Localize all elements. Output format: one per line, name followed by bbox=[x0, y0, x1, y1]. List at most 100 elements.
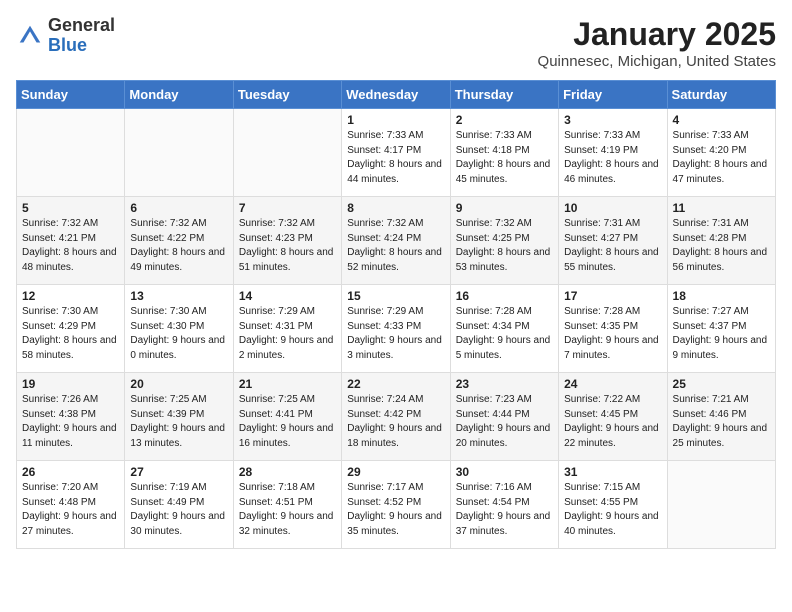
calendar-day-cell: 16 Sunrise: 7:28 AM Sunset: 4:34 PM Dayli… bbox=[450, 285, 558, 373]
calendar-day-cell: 6Sunrise: 7:32 AM Sunset: 4:22 PM Daylig… bbox=[125, 197, 233, 285]
day-info: Sunrise: 7:17 AM Sunset: 4:52 PM Dayligh… bbox=[347, 481, 444, 539]
day-info: Sunrise: 7:29 AM Sunset: 4:33 PM Dayligh… bbox=[347, 305, 444, 363]
calendar-day-cell bbox=[667, 461, 775, 549]
calendar-week-row: 26 Sunrise: 7:20 AM Sunset: 4:48 PM Dayli… bbox=[17, 461, 776, 549]
day-of-week-header: Sunday bbox=[17, 81, 125, 109]
day-number: 27 bbox=[130, 465, 227, 479]
calendar-day-cell: 30 Sunrise: 7:16 AM Sunset: 4:54 PM Dayli… bbox=[450, 461, 558, 549]
calendar-day-cell: 27 Sunrise: 7:19 AM Sunset: 4:49 PM Dayli… bbox=[125, 461, 233, 549]
day-info: Sunrise: 7:16 AM Sunset: 4:54 PM Dayligh… bbox=[456, 481, 553, 539]
day-number: 22 bbox=[347, 377, 444, 391]
day-info: Sunrise: 7:28 AM Sunset: 4:35 PM Dayligh… bbox=[564, 305, 661, 363]
calendar-day-cell bbox=[17, 109, 125, 197]
day-number: 1 bbox=[347, 113, 444, 127]
calendar-day-cell: 5Sunrise: 7:32 AM Sunset: 4:21 PM Daylig… bbox=[17, 197, 125, 285]
day-number: 29 bbox=[347, 465, 444, 479]
calendar-day-cell: 12Sunrise: 7:30 AM Sunset: 4:29 PM Dayli… bbox=[17, 285, 125, 373]
day-info: Sunrise: 7:21 AM Sunset: 4:46 PM Dayligh… bbox=[673, 393, 770, 451]
logo-blue-text: Blue bbox=[48, 35, 87, 55]
calendar-day-cell: 28 Sunrise: 7:18 AM Sunset: 4:51 PM Dayli… bbox=[233, 461, 341, 549]
day-info: Sunrise: 7:18 AM Sunset: 4:51 PM Dayligh… bbox=[239, 481, 336, 539]
calendar-day-cell: 26 Sunrise: 7:20 AM Sunset: 4:48 PM Dayli… bbox=[17, 461, 125, 549]
day-number: 10 bbox=[564, 201, 661, 215]
day-of-week-header: Monday bbox=[125, 81, 233, 109]
day-info: Sunrise: 7:20 AM Sunset: 4:48 PM Dayligh… bbox=[22, 481, 119, 539]
day-info: Sunrise: 7:15 AM Sunset: 4:55 PM Dayligh… bbox=[564, 481, 661, 539]
calendar-day-cell: 9 Sunrise: 7:32 AM Sunset: 4:25 PM Daylig… bbox=[450, 197, 558, 285]
day-info: Sunrise: 7:32 AM Sunset: 4:25 PM Dayligh… bbox=[456, 217, 553, 275]
calendar-week-row: 1 Sunrise: 7:33 AM Sunset: 4:17 PM Daylig… bbox=[17, 109, 776, 197]
calendar-day-cell bbox=[233, 109, 341, 197]
day-info: Sunrise: 7:33 AM Sunset: 4:18 PM Dayligh… bbox=[456, 129, 553, 187]
day-of-week-header: Saturday bbox=[667, 81, 775, 109]
calendar-day-cell: 24 Sunrise: 7:22 AM Sunset: 4:45 PM Dayli… bbox=[559, 373, 667, 461]
day-of-week-header: Tuesday bbox=[233, 81, 341, 109]
day-number: 25 bbox=[673, 377, 770, 391]
day-info: Sunrise: 7:25 AM Sunset: 4:39 PM Dayligh… bbox=[130, 393, 227, 451]
day-info: Sunrise: 7:30 AM Sunset: 4:30 PM Dayligh… bbox=[130, 305, 227, 363]
day-number: 16 bbox=[456, 289, 553, 303]
calendar-week-row: 19Sunrise: 7:26 AM Sunset: 4:38 PM Dayli… bbox=[17, 373, 776, 461]
day-number: 17 bbox=[564, 289, 661, 303]
title-block: January 2025 Quinnesec, Michigan, United… bbox=[538, 16, 776, 70]
calendar-day-cell: 1 Sunrise: 7:33 AM Sunset: 4:17 PM Daylig… bbox=[342, 109, 450, 197]
calendar-day-cell: 21 Sunrise: 7:25 AM Sunset: 4:41 PM Dayli… bbox=[233, 373, 341, 461]
calendar-day-cell bbox=[125, 109, 233, 197]
day-number: 21 bbox=[239, 377, 336, 391]
calendar-day-cell: 25 Sunrise: 7:21 AM Sunset: 4:46 PM Dayli… bbox=[667, 373, 775, 461]
day-info: Sunrise: 7:31 AM Sunset: 4:28 PM Dayligh… bbox=[673, 217, 770, 275]
calendar-day-cell: 20 Sunrise: 7:25 AM Sunset: 4:39 PM Dayli… bbox=[125, 373, 233, 461]
day-info: Sunrise: 7:25 AM Sunset: 4:41 PM Dayligh… bbox=[239, 393, 336, 451]
day-info: Sunrise: 7:27 AM Sunset: 4:37 PM Dayligh… bbox=[673, 305, 770, 363]
day-number: 19 bbox=[22, 377, 119, 391]
day-number: 28 bbox=[239, 465, 336, 479]
day-info: Sunrise: 7:29 AM Sunset: 4:31 PM Dayligh… bbox=[239, 305, 336, 363]
logo-icon bbox=[16, 22, 44, 50]
calendar-day-cell: 22Sunrise: 7:24 AM Sunset: 4:42 PM Dayli… bbox=[342, 373, 450, 461]
calendar-day-cell: 17 Sunrise: 7:28 AM Sunset: 4:35 PM Dayli… bbox=[559, 285, 667, 373]
day-number: 15 bbox=[347, 289, 444, 303]
day-info: Sunrise: 7:23 AM Sunset: 4:44 PM Dayligh… bbox=[456, 393, 553, 451]
calendar-week-row: 12Sunrise: 7:30 AM Sunset: 4:29 PM Dayli… bbox=[17, 285, 776, 373]
day-number: 8 bbox=[347, 201, 444, 215]
calendar-day-cell: 18 Sunrise: 7:27 AM Sunset: 4:37 PM Dayli… bbox=[667, 285, 775, 373]
day-number: 11 bbox=[673, 201, 770, 215]
calendar-day-cell: 8 Sunrise: 7:32 AM Sunset: 4:24 PM Daylig… bbox=[342, 197, 450, 285]
day-number: 3 bbox=[564, 113, 661, 127]
day-info: Sunrise: 7:33 AM Sunset: 4:17 PM Dayligh… bbox=[347, 129, 444, 187]
day-number: 9 bbox=[456, 201, 553, 215]
day-info: Sunrise: 7:33 AM Sunset: 4:20 PM Dayligh… bbox=[673, 129, 770, 187]
calendar-day-cell: 2Sunrise: 7:33 AM Sunset: 4:18 PM Daylig… bbox=[450, 109, 558, 197]
day-of-week-header: Thursday bbox=[450, 81, 558, 109]
day-info: Sunrise: 7:32 AM Sunset: 4:23 PM Dayligh… bbox=[239, 217, 336, 275]
calendar-week-row: 5Sunrise: 7:32 AM Sunset: 4:21 PM Daylig… bbox=[17, 197, 776, 285]
day-info: Sunrise: 7:32 AM Sunset: 4:24 PM Dayligh… bbox=[347, 217, 444, 275]
day-number: 23 bbox=[456, 377, 553, 391]
calendar-day-cell: 31 Sunrise: 7:15 AM Sunset: 4:55 PM Dayli… bbox=[559, 461, 667, 549]
logo-general-text: General bbox=[48, 15, 115, 35]
calendar-day-cell: 3Sunrise: 7:33 AM Sunset: 4:19 PM Daylig… bbox=[559, 109, 667, 197]
day-info: Sunrise: 7:28 AM Sunset: 4:34 PM Dayligh… bbox=[456, 305, 553, 363]
day-number: 30 bbox=[456, 465, 553, 479]
day-number: 6 bbox=[130, 201, 227, 215]
calendar-day-cell: 10 Sunrise: 7:31 AM Sunset: 4:27 PM Dayli… bbox=[559, 197, 667, 285]
calendar-day-cell: 7Sunrise: 7:32 AM Sunset: 4:23 PM Daylig… bbox=[233, 197, 341, 285]
day-info: Sunrise: 7:19 AM Sunset: 4:49 PM Dayligh… bbox=[130, 481, 227, 539]
calendar-header-row: SundayMondayTuesdayWednesdayThursdayFrid… bbox=[17, 81, 776, 109]
day-info: Sunrise: 7:31 AM Sunset: 4:27 PM Dayligh… bbox=[564, 217, 661, 275]
day-number: 4 bbox=[673, 113, 770, 127]
calendar-day-cell: 13 Sunrise: 7:30 AM Sunset: 4:30 PM Dayli… bbox=[125, 285, 233, 373]
calendar-table: SundayMondayTuesdayWednesdayThursdayFrid… bbox=[16, 80, 776, 549]
day-number: 20 bbox=[130, 377, 227, 391]
calendar-day-cell: 29 Sunrise: 7:17 AM Sunset: 4:52 PM Dayli… bbox=[342, 461, 450, 549]
day-info: Sunrise: 7:30 AM Sunset: 4:29 PM Dayligh… bbox=[22, 305, 119, 363]
day-number: 5 bbox=[22, 201, 119, 215]
day-number: 31 bbox=[564, 465, 661, 479]
day-number: 18 bbox=[673, 289, 770, 303]
page-header: General Blue January 2025 Quinnesec, Mic… bbox=[16, 16, 776, 70]
day-number: 26 bbox=[22, 465, 119, 479]
calendar-day-cell: 14Sunrise: 7:29 AM Sunset: 4:31 PM Dayli… bbox=[233, 285, 341, 373]
day-number: 24 bbox=[564, 377, 661, 391]
day-number: 13 bbox=[130, 289, 227, 303]
day-info: Sunrise: 7:22 AM Sunset: 4:45 PM Dayligh… bbox=[564, 393, 661, 451]
